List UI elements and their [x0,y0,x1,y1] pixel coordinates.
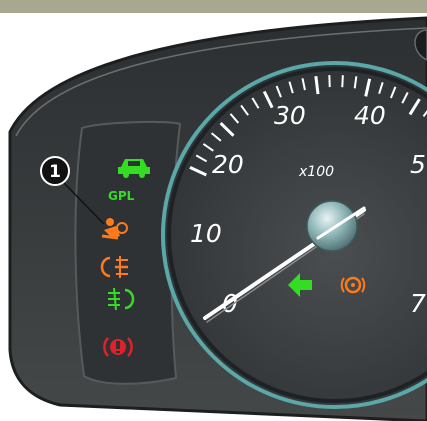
scale-label-10: 10 [190,219,222,248]
major-tick [314,75,320,95]
minor-tick [341,75,344,88]
top-band [0,0,427,13]
instrument-cluster: 0 10 20 30 40 5 7 x100 GPL 1 [0,0,427,421]
scale-label-20: 20 [212,150,244,179]
needle-hub [306,200,358,252]
scale-label-50: 5 [410,150,426,179]
gpl-label: GPL [108,189,135,203]
callout-number: 1 [49,162,61,182]
scale-label-30: 30 [274,101,306,130]
rpm-multiplier: x100 [298,164,334,180]
scale-label-70: 7 [410,289,426,318]
scale-label-40: 40 [354,101,386,130]
